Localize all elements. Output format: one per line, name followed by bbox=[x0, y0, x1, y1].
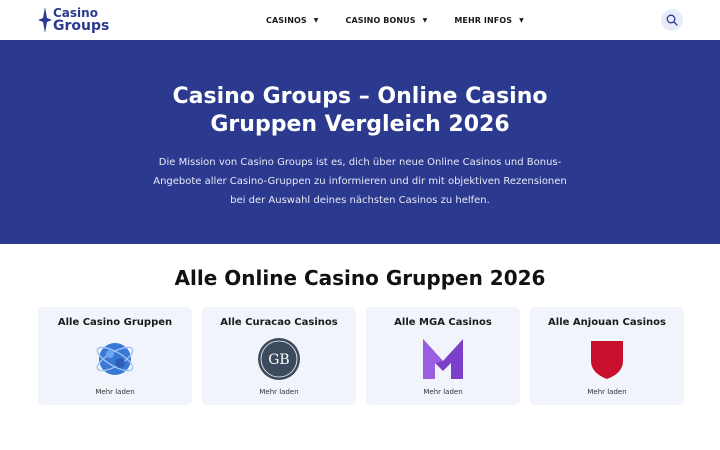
search-button[interactable] bbox=[661, 9, 683, 31]
site-header: Casino Groups CASINOS ▼ CASINO BONUS ▼ M… bbox=[0, 0, 720, 40]
card-title: Alle Curacao Casinos bbox=[220, 317, 338, 328]
svg-text:GB: GB bbox=[268, 352, 289, 368]
globe-icon bbox=[96, 343, 134, 375]
card-title: Alle MGA Casinos bbox=[394, 317, 492, 328]
hero-description: Die Mission von Casino Groups ist es, di… bbox=[153, 157, 567, 206]
section-title: Alle Online Casino Gruppen 2026 bbox=[174, 266, 546, 290]
gcb-seal-icon: GB bbox=[258, 338, 300, 380]
logo-text-line2: Groups bbox=[53, 18, 110, 34]
search-icon bbox=[666, 14, 678, 26]
caret-down-icon: ▼ bbox=[313, 16, 319, 24]
nav-item-casino-bonus[interactable]: CASINO BONUS ▼ bbox=[345, 16, 427, 25]
nav-item-casinos[interactable]: CASINOS ▼ bbox=[266, 16, 318, 25]
nav-item-mehr-infos[interactable]: MEHR INFOS ▼ bbox=[454, 16, 523, 25]
load-more-link[interactable]: Mehr laden bbox=[202, 388, 356, 396]
card-all-casino-groups[interactable]: Alle Casino Gruppen Mehr laden bbox=[38, 307, 192, 405]
load-more-link[interactable]: Mehr laden bbox=[366, 388, 520, 396]
star-icon bbox=[38, 7, 52, 33]
card-title: Alle Casino Gruppen bbox=[57, 317, 173, 328]
hero-title: Casino Groups – Online Casino Gruppen Ve… bbox=[172, 84, 548, 137]
nav-item-label: MEHR INFOS bbox=[454, 15, 513, 25]
nav-item-label: CASINO BONUS bbox=[345, 15, 416, 25]
hero-section: Casino Groups – Online Casino Gruppen Ve… bbox=[0, 40, 720, 244]
nav-item-label: CASINOS bbox=[266, 15, 307, 25]
load-more-link[interactable]: Mehr laden bbox=[38, 388, 192, 396]
mga-logo-icon bbox=[423, 339, 463, 379]
card-title: Alle Anjouan Casinos bbox=[548, 317, 666, 328]
card-anjouan-casinos[interactable]: Alle Anjouan Casinos Mehr laden bbox=[530, 307, 684, 405]
card-curacao-casinos[interactable]: Alle Curacao Casinos GB Mehr laden bbox=[202, 307, 356, 405]
casino-group-cards: Alle Casino Gruppen Mehr laden Alle Cura… bbox=[38, 307, 694, 405]
load-more-link[interactable]: Mehr laden bbox=[530, 388, 684, 396]
main-nav: CASINOS ▼ CASINO BONUS ▼ MEHR INFOS ▼ bbox=[266, 0, 551, 40]
card-mga-casinos[interactable]: Alle MGA Casinos Mehr laden bbox=[366, 307, 520, 405]
caret-down-icon: ▼ bbox=[422, 16, 428, 24]
caret-down-icon: ▼ bbox=[519, 16, 524, 24]
site-logo[interactable]: Casino Groups bbox=[38, 7, 109, 33]
anjouan-shield-icon bbox=[591, 341, 623, 379]
